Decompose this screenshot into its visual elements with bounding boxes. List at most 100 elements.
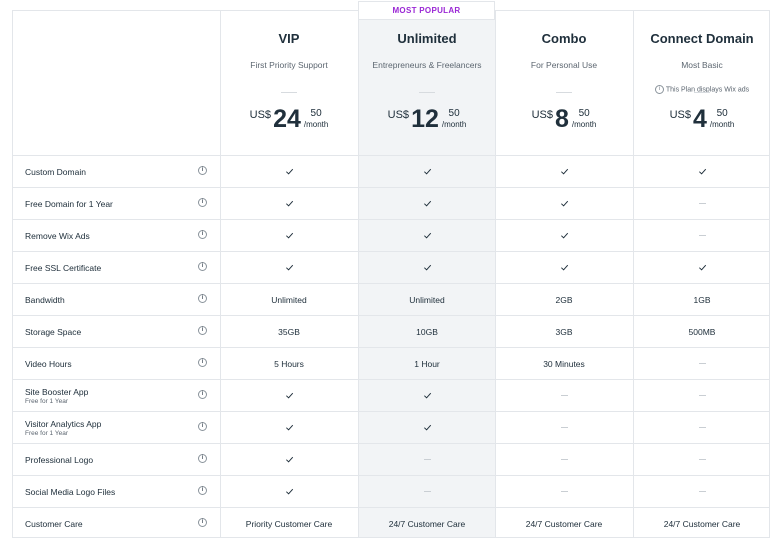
feature-label: Bandwidth	[25, 284, 65, 315]
dash-icon	[698, 459, 706, 460]
feature-cell	[220, 412, 358, 443]
info-icon[interactable]: i	[198, 294, 207, 303]
header-divider	[419, 92, 435, 93]
info-icon[interactable]: i	[198, 486, 207, 495]
feature-cell: 24/7 Customer Care	[358, 508, 496, 539]
feature-row-bandwidth: Bandwidth i Unlimited Unlimited 2GB 1GB	[13, 283, 769, 315]
feature-subtext: Free for 1 Year	[25, 429, 68, 437]
feature-label: Professional Logo	[25, 444, 93, 475]
feature-cell	[633, 348, 771, 379]
check-icon	[285, 391, 294, 400]
feature-cell	[495, 412, 633, 443]
feature-cell	[220, 188, 358, 219]
feature-row-professional-logo: Professional Logo i	[13, 443, 769, 475]
feature-cell: 1GB	[633, 284, 771, 315]
feature-value: 35GB	[278, 326, 300, 337]
plan-header-unlimited: Unlimited Entrepreneurs & Freelancers US…	[358, 11, 496, 155]
feature-cell	[633, 188, 771, 219]
dash-icon	[698, 427, 706, 428]
feature-name: Visitor Analytics App	[25, 418, 102, 429]
feature-cell	[633, 156, 771, 187]
feature-cell	[358, 380, 496, 411]
feature-value: Unlimited	[409, 294, 445, 305]
feature-cell	[358, 188, 496, 219]
price-cents: 50	[448, 108, 460, 119]
feature-cell	[358, 412, 496, 443]
feature-cell: 10GB	[358, 316, 496, 347]
feature-value: Unlimited	[271, 294, 307, 305]
check-icon	[560, 263, 569, 272]
feature-row-social-media-logo-files: Social Media Logo Files i	[13, 475, 769, 507]
feature-value: 3GB	[555, 326, 573, 337]
check-icon	[423, 231, 432, 240]
info-icon[interactable]: i	[198, 390, 207, 399]
plan-price: US$ 12 50 /month	[358, 105, 496, 133]
feature-cell	[358, 476, 496, 507]
check-icon	[698, 167, 707, 176]
per-month-label: /month	[709, 120, 735, 129]
info-icon[interactable]: i	[198, 518, 207, 527]
feature-cell: Unlimited	[358, 284, 496, 315]
currency-label: US$	[669, 109, 692, 121]
feature-cell	[495, 380, 633, 411]
info-icon[interactable]: i	[198, 358, 207, 367]
feature-cell	[358, 220, 496, 251]
feature-cell	[495, 252, 633, 283]
check-icon	[698, 263, 707, 272]
info-icon[interactable]: i	[198, 166, 207, 175]
check-icon	[285, 199, 294, 208]
feature-value: 10GB	[416, 326, 438, 337]
pricing-table: MOST POPULAR VIP First Priority Support …	[12, 1, 771, 539]
price-cents: 50	[578, 108, 590, 119]
check-icon	[423, 199, 432, 208]
feature-value: 24/7 Customer Care	[663, 518, 741, 529]
header-divider	[281, 92, 297, 93]
feature-cell	[220, 156, 358, 187]
feature-name: Customer Care	[25, 518, 83, 529]
feature-cell	[495, 188, 633, 219]
dash-icon	[560, 459, 568, 460]
feature-cell: Unlimited	[220, 284, 358, 315]
info-icon[interactable]: i	[198, 262, 207, 271]
info-icon[interactable]: i	[654, 85, 664, 94]
info-icon[interactable]: i	[198, 198, 207, 207]
feature-cell	[633, 220, 771, 251]
check-icon	[285, 423, 294, 432]
check-icon	[285, 231, 294, 240]
feature-cell	[495, 444, 633, 475]
feature-cell: 5 Hours	[220, 348, 358, 379]
feature-cell	[358, 156, 496, 187]
currency-label: US$	[249, 109, 272, 121]
feature-row-site-booster-app: Site Booster App Free for 1 Year i	[13, 379, 769, 411]
feature-value: 2GB	[555, 294, 573, 305]
price-whole: 24	[273, 105, 301, 133]
per-month-label: /month	[303, 120, 329, 129]
dash-icon	[560, 491, 568, 492]
feature-value: Priority Customer Care	[245, 518, 333, 529]
plan-name: Combo	[541, 31, 587, 46]
check-icon	[285, 263, 294, 272]
info-icon[interactable]: i	[198, 230, 207, 239]
plan-description: Most Basic	[681, 60, 723, 70]
feature-cell: 30 Minutes	[495, 348, 633, 379]
check-icon	[285, 487, 294, 496]
info-icon[interactable]: i	[198, 422, 207, 431]
feature-cell	[495, 220, 633, 251]
header-divider	[556, 92, 572, 93]
price-whole: 8	[555, 105, 569, 133]
feature-label: Site Booster App Free for 1 Year	[25, 380, 88, 411]
plan-price: US$ 24 50 /month	[220, 105, 358, 133]
check-icon	[423, 423, 432, 432]
feature-cell	[633, 476, 771, 507]
feature-label: Storage Space	[25, 316, 81, 347]
feature-cell	[495, 156, 633, 187]
feature-name: Video Hours	[25, 358, 72, 369]
dash-icon	[560, 427, 568, 428]
price-cents: 50	[716, 108, 728, 119]
info-icon[interactable]: i	[198, 454, 207, 463]
feature-name: Bandwidth	[25, 294, 65, 305]
feature-value: 30 Minutes	[543, 358, 585, 369]
feature-cell	[220, 220, 358, 251]
info-icon[interactable]: i	[198, 326, 207, 335]
feature-cell: 24/7 Customer Care	[495, 508, 633, 539]
